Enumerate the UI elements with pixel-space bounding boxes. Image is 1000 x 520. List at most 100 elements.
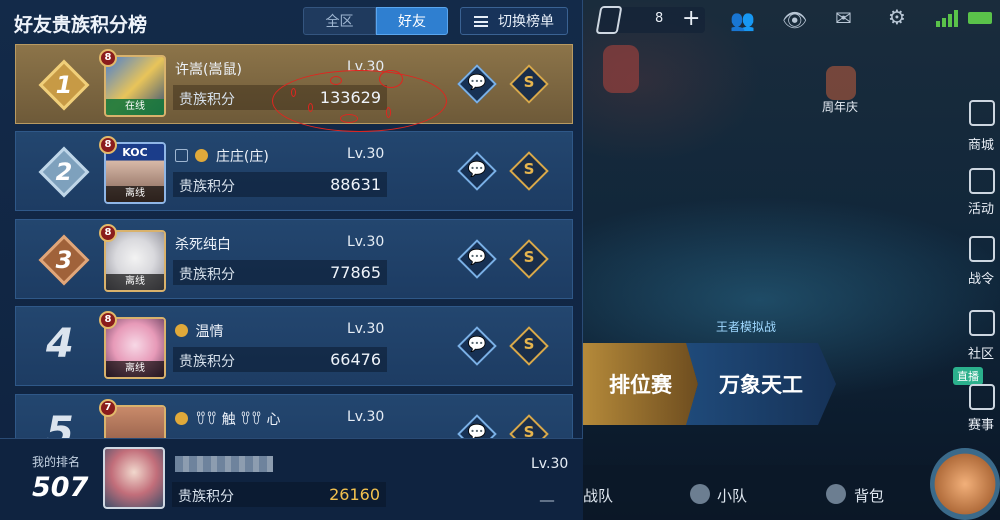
shop-icon[interactable]	[969, 100, 995, 126]
rank-number: 4	[46, 321, 74, 367]
annotation-mark	[340, 114, 358, 123]
score-box: 贵族积分 77865	[173, 260, 387, 285]
switch-leaderboard-label: 切换榜单	[498, 14, 554, 30]
annotation-mark	[308, 103, 313, 112]
leaderboard-row[interactable]: 2 KOC 离线 8 庄庄(庄) Lv.30 贵族积分 88631 💬 S	[15, 131, 573, 211]
friends-icon[interactable]: 👥	[730, 8, 755, 32]
offline-status: 离线	[106, 361, 164, 377]
offline-status: 离线	[106, 274, 164, 290]
simulator-label[interactable]: 王者模拟战	[716, 318, 776, 335]
community-label: 社区	[968, 347, 995, 362]
leaderboard-row[interactable]: 4 离线 8 温情 Lv.30 贵族积分 66476 💬 S	[15, 306, 573, 386]
gift-coin-button[interactable]: S	[509, 239, 549, 279]
score-value: 88631	[330, 175, 381, 194]
my-level: Lv.30	[531, 456, 569, 472]
list-icon	[474, 15, 488, 27]
vip-badge: 7	[99, 399, 117, 417]
score-value: 77865	[330, 263, 381, 282]
squad-nav[interactable]: 小队	[717, 485, 747, 506]
rank-bronze-badge-icon: 3	[36, 232, 92, 288]
annotation-mark	[379, 70, 403, 88]
my-score-value: 26160	[329, 485, 380, 504]
player-name: 温情	[175, 321, 223, 341]
online-status: 在线	[106, 99, 164, 115]
score-label: 贵族积分	[179, 179, 235, 195]
offline-status: 离线	[106, 186, 164, 202]
anniversary-label: 周年庆	[822, 100, 859, 114]
annotation-mark	[291, 88, 296, 97]
annotation-circle	[272, 70, 447, 132]
my-rank-value: 507	[32, 472, 89, 503]
backpack-nav[interactable]: 背包	[854, 485, 884, 506]
gift-coin-button[interactable]: S	[509, 64, 549, 104]
score-box: 贵族积分 66476	[173, 347, 387, 372]
wanxiang-mode-button[interactable]: 万象天工	[686, 343, 836, 425]
gift-coin-button[interactable]: S	[509, 326, 549, 366]
rank-gold-badge-icon: 1	[36, 57, 92, 113]
battery-icon	[968, 12, 992, 24]
squad-icon	[690, 484, 710, 504]
coin-icon: S	[523, 73, 535, 91]
wifi-icon	[936, 10, 958, 27]
my-avatar[interactable]	[103, 447, 165, 509]
vip-badge: 8	[99, 136, 117, 154]
switch-leaderboard-button[interactable]: 切换榜单	[460, 7, 568, 35]
player-name: 杀死纯白	[175, 237, 231, 253]
leaderboard-row[interactable]: 3 离线 8 杀死纯白 Lv.30 贵族积分 77865 💬 S	[15, 219, 573, 299]
vip-badge: 8	[99, 311, 117, 329]
leaderboard-panel: 好友贵族积分榜 全区 好友 切换榜单 1 在线 8 许嵩(嵩鼠) Lv.30 贵…	[0, 0, 583, 520]
community-icon[interactable]	[969, 310, 995, 336]
gift-coin-button[interactable]: S	[509, 151, 549, 191]
chat-button[interactable]: 💬	[457, 151, 497, 191]
coin-icon: S	[523, 248, 535, 266]
chat-bubble-icon: 💬	[467, 160, 487, 178]
score-label: 贵族积分	[179, 267, 235, 283]
player-name: 许嵩(嵩鼠)	[175, 62, 242, 78]
score-box: 贵族积分 88631	[173, 172, 387, 197]
noble-crown-icon	[195, 149, 209, 162]
tab-all-region[interactable]: 全区	[303, 7, 376, 35]
my-score-box: 贵族积分 26160	[172, 482, 386, 507]
my-rank-bar: 我的排名 507 Lv.30 贵族积分 26160 __	[0, 438, 583, 520]
live-badge: 直播	[953, 367, 983, 385]
chat-bubble-icon: 💬	[467, 335, 487, 353]
player-level: Lv.30	[347, 409, 385, 425]
eye-icon[interactable]: 👁	[782, 8, 807, 32]
trophy-icon[interactable]	[969, 384, 995, 410]
activity-label: 活动	[968, 202, 995, 217]
player-name: 庄庄(庄)	[175, 146, 269, 166]
settings-gear-icon[interactable]: ⚙	[888, 5, 906, 29]
chat-bubble-icon: 💬	[467, 73, 487, 91]
vip-badge: 8	[99, 224, 117, 242]
anniversary-icon[interactable]	[826, 66, 856, 100]
chat-button[interactable]: 💬	[457, 326, 497, 366]
my-trailing-mark: __	[540, 486, 554, 502]
hero-avatar[interactable]	[930, 448, 1000, 520]
score-value: 66476	[330, 350, 381, 369]
mail-icon[interactable]: ✉	[835, 6, 852, 30]
player-name: ꀎꀎ 触 ꀎꀎ 心	[175, 409, 281, 429]
my-name-redacted	[175, 456, 273, 472]
chat-bubble-icon: 💬	[467, 248, 487, 266]
events-label: 赛事	[968, 418, 995, 433]
add-coin-button[interactable]: +	[682, 6, 700, 31]
team-battle-nav[interactable]: 战队	[583, 485, 613, 506]
backpack-icon	[826, 484, 846, 504]
tab-friends[interactable]: 好友	[376, 7, 448, 35]
panel-title: 好友贵族积分榜	[14, 14, 148, 36]
rank-silver-badge-icon: 2	[36, 144, 92, 200]
score-label: 贵族积分	[178, 489, 234, 505]
score-label: 贵族积分	[179, 92, 235, 108]
activity-icon[interactable]	[969, 168, 995, 194]
vip-badge: 8	[99, 49, 117, 67]
chat-button[interactable]: 💬	[457, 64, 497, 104]
my-rank-label: 我的排名	[32, 455, 81, 469]
shop-label: 商城	[968, 138, 995, 153]
player-level: Lv.30	[347, 146, 385, 162]
coin-icon: S	[523, 160, 535, 178]
battle-pass-label: 战令	[968, 272, 995, 287]
chat-button[interactable]: 💬	[457, 239, 497, 279]
battle-pass-icon[interactable]	[969, 236, 995, 262]
ranked-mode-button[interactable]: 排位赛	[583, 343, 698, 425]
score-label: 贵族积分	[179, 354, 235, 370]
